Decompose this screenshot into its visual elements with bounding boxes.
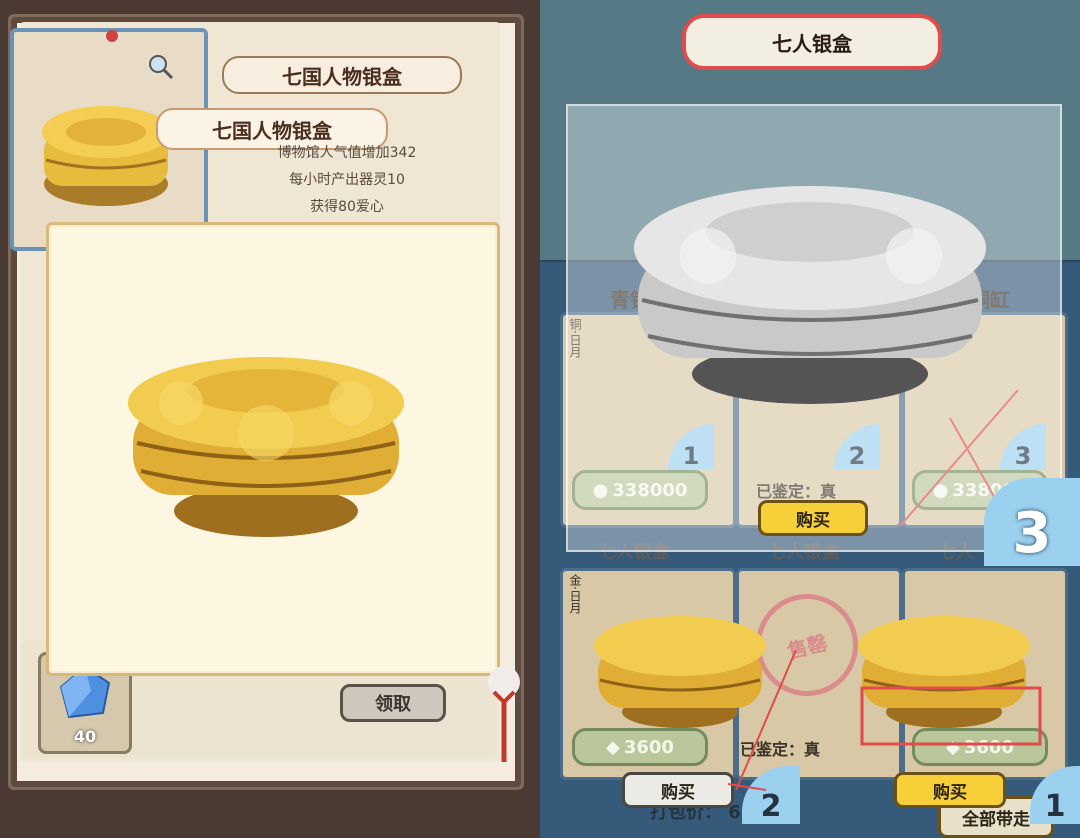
item-card-title: 七国人物银盒 bbox=[222, 56, 462, 94]
tag-hole bbox=[106, 30, 118, 42]
info-line: 博物馆人气值增加342 bbox=[277, 145, 417, 161]
item-preview-modal bbox=[46, 222, 500, 676]
header-title: 七人银盒 bbox=[682, 14, 942, 70]
golden-box-image bbox=[128, 357, 404, 537]
right-panel: 青铜 铜缸 铜·日月 ● 338000 已鉴定：真 ● 338000 1 2 3… bbox=[540, 0, 1080, 838]
info-line: 获得80爱心 bbox=[310, 199, 384, 215]
buy-button[interactable]: 购买 bbox=[758, 500, 868, 536]
selected-number-badge: 3 bbox=[984, 478, 1080, 566]
claim-button-label: 领取 bbox=[375, 694, 411, 715]
silver-box-image bbox=[634, 186, 986, 404]
buy-button-label: 购买 bbox=[796, 510, 830, 531]
tassel-icon bbox=[488, 666, 520, 762]
reward-count: 40 bbox=[73, 727, 97, 746]
magnifier-icon[interactable] bbox=[146, 52, 176, 82]
claim-button[interactable]: 领取 bbox=[340, 684, 446, 722]
silver-box-thumbnail bbox=[42, 106, 170, 206]
item-card-title-text: 七国人物银盒 bbox=[282, 64, 402, 89]
info-line: 每小时产出器灵10 bbox=[289, 172, 405, 188]
item-info: 博物馆人气值增加342 每小时产出器灵10 获得80爱心 bbox=[216, 140, 478, 221]
left-panel: 七国人物银盒 七国人物银盒 博物馆人气值增加342 每小时产出器灵10 获得80… bbox=[0, 0, 540, 838]
header-title-text: 七人银盒 bbox=[772, 31, 852, 56]
